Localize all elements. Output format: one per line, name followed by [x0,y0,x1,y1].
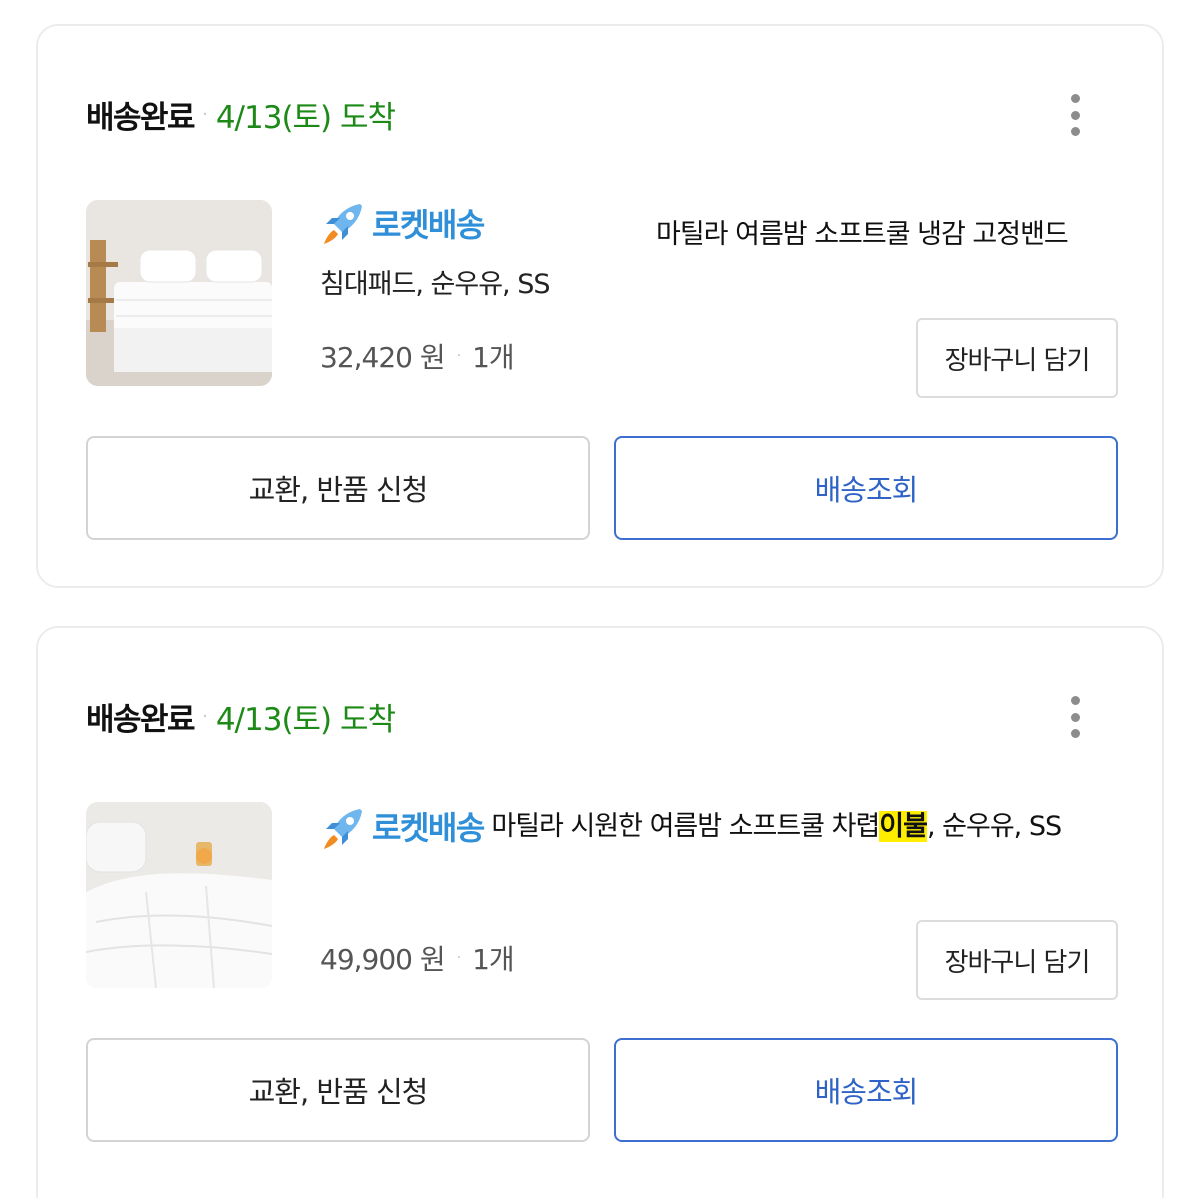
rocket-icon [324,204,362,244]
arrival-date: 4/13(토) 도착 [215,99,396,136]
product-option: 침대패드, 순우유, SS [320,269,550,300]
add-to-cart-button[interactable]: 장바구니 담기 [916,318,1118,398]
product-quantity: 1개 [472,943,515,976]
separator-dot: · [456,950,462,966]
rocket-icon [324,808,362,849]
exchange-return-button[interactable]: 교환, 반품 신청 [86,436,590,540]
product-info[interactable]: 로켓배송 마틸라 시원한 여름밤 소프트쿨 차렵이불, 순우유, SS [320,800,1120,855]
order-header: 배송완료 · 4/13(토) 도착 [86,90,396,138]
product-image[interactable] [86,200,272,386]
separator-dot: · [456,348,462,364]
product-title[interactable]: 마틸라 여름밤 소프트쿨 냉감 고정밴드 [656,212,1069,251]
more-vertical-icon[interactable] [1060,690,1090,744]
product-quantity: 1개 [472,341,515,374]
product-price: 49,900 원 [320,943,446,976]
rocket-delivery-label: 로켓배송 [372,206,485,244]
add-to-cart-button[interactable]: 장바구니 담기 [916,920,1118,1000]
more-vertical-icon[interactable] [1060,88,1090,142]
price-quantity: 32,420 원 · 1개 [320,336,515,376]
product-price: 32,420 원 [320,341,446,374]
price-quantity: 49,900 원 · 1개 [320,938,515,978]
delivery-status: 배송완료 [86,99,196,136]
order-card: 배송완료 · 4/13(토) 도착 로켓배송 마틸라 여름밤 소프트쿨 냉감 고… [36,24,1164,588]
exchange-return-button[interactable]: 교환, 반품 신청 [86,1038,590,1142]
product-option: , 순우유, SS [926,811,1062,842]
track-delivery-button[interactable]: 배송조회 [614,436,1118,540]
separator-dot: · [202,103,208,125]
product-image[interactable] [86,802,272,988]
product-title[interactable]: 마틸라 시원한 여름밤 소프트쿨 차렵 [491,811,880,842]
rocket-delivery-label: 로켓배송 [372,808,485,847]
search-highlight: 이불 [879,811,928,842]
delivery-status: 배송완료 [86,701,196,738]
product-info[interactable]: 로켓배송 마틸라 여름밤 소프트쿨 냉감 고정밴드 침대패드, 순우유, SS [320,198,1120,300]
order-card: 배송완료 · 4/13(토) 도착 로켓배송 마틸라 시원한 여름밤 소프트쿨 … [36,626,1164,1198]
order-header: 배송완료 · 4/13(토) 도착 [86,692,396,740]
track-delivery-button[interactable]: 배송조회 [614,1038,1118,1142]
arrival-date: 4/13(토) 도착 [215,701,396,738]
rocket-delivery-badge: 로켓배송 [320,200,485,246]
rocket-delivery-badge: 로켓배송 [320,801,485,855]
separator-dot: · [202,705,208,727]
